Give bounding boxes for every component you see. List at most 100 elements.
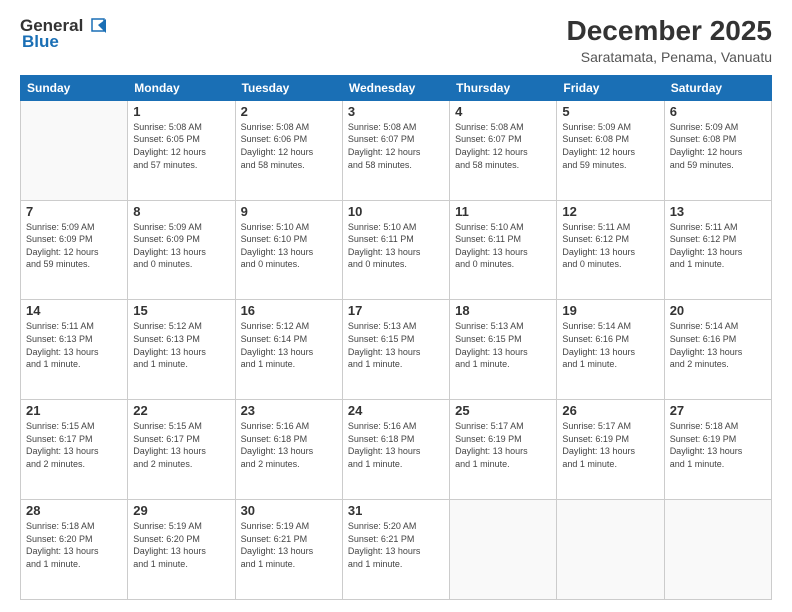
table-row: 25 Sunrise: 5:17 AM Sunset: 6:19 PM Dayli… [450, 400, 557, 500]
table-row: 5 Sunrise: 5:09 AM Sunset: 6:08 PM Daylig… [557, 100, 664, 200]
table-row: 11 Sunrise: 5:10 AM Sunset: 6:11 PM Dayli… [450, 200, 557, 300]
table-row: 19 Sunrise: 5:14 AM Sunset: 6:16 PM Dayli… [557, 300, 664, 400]
logo-blue: Blue [22, 32, 59, 52]
day-info: Sunrise: 5:14 AM Sunset: 6:16 PM Dayligh… [562, 320, 658, 370]
day-info: Sunrise: 5:12 AM Sunset: 6:14 PM Dayligh… [241, 320, 337, 370]
day-number: 14 [26, 303, 122, 318]
day-info: Sunrise: 5:12 AM Sunset: 6:13 PM Dayligh… [133, 320, 229, 370]
day-info: Sunrise: 5:18 AM Sunset: 6:19 PM Dayligh… [670, 420, 766, 470]
table-row: 10 Sunrise: 5:10 AM Sunset: 6:11 PM Dayli… [342, 200, 449, 300]
day-number: 25 [455, 403, 551, 418]
day-number: 13 [670, 204, 766, 219]
col-saturday: Saturday [664, 75, 771, 100]
header: General Blue December 2025 Saratamata, P… [20, 16, 772, 65]
table-row: 7 Sunrise: 5:09 AM Sunset: 6:09 PM Daylig… [21, 200, 128, 300]
day-info: Sunrise: 5:11 AM Sunset: 6:12 PM Dayligh… [670, 221, 766, 271]
table-row: 22 Sunrise: 5:15 AM Sunset: 6:17 PM Dayli… [128, 400, 235, 500]
day-info: Sunrise: 5:08 AM Sunset: 6:07 PM Dayligh… [348, 121, 444, 171]
day-info: Sunrise: 5:08 AM Sunset: 6:07 PM Dayligh… [455, 121, 551, 171]
day-number: 30 [241, 503, 337, 518]
day-info: Sunrise: 5:17 AM Sunset: 6:19 PM Dayligh… [455, 420, 551, 470]
table-row [450, 500, 557, 600]
day-info: Sunrise: 5:08 AM Sunset: 6:06 PM Dayligh… [241, 121, 337, 171]
day-number: 15 [133, 303, 229, 318]
table-row: 13 Sunrise: 5:11 AM Sunset: 6:12 PM Dayli… [664, 200, 771, 300]
day-number: 8 [133, 204, 229, 219]
table-row: 29 Sunrise: 5:19 AM Sunset: 6:20 PM Dayli… [128, 500, 235, 600]
day-info: Sunrise: 5:17 AM Sunset: 6:19 PM Dayligh… [562, 420, 658, 470]
day-info: Sunrise: 5:09 AM Sunset: 6:09 PM Dayligh… [26, 221, 122, 271]
day-number: 16 [241, 303, 337, 318]
table-row: 9Sunrise: 5:10 AM Sunset: 6:10 PM Daylig… [235, 200, 342, 300]
table-row: 6 Sunrise: 5:09 AM Sunset: 6:08 PM Daylig… [664, 100, 771, 200]
day-info: Sunrise: 5:15 AM Sunset: 6:17 PM Dayligh… [26, 420, 122, 470]
col-monday: Monday [128, 75, 235, 100]
table-row: 23 Sunrise: 5:16 AM Sunset: 6:18 PM Dayli… [235, 400, 342, 500]
day-number: 27 [670, 403, 766, 418]
table-row: 4 Sunrise: 5:08 AM Sunset: 6:07 PM Daylig… [450, 100, 557, 200]
day-info: Sunrise: 5:09 AM Sunset: 6:08 PM Dayligh… [562, 121, 658, 171]
calendar-table: Sunday Monday Tuesday Wednesday Thursday… [20, 75, 772, 600]
table-row: 12Sunrise: 5:11 AM Sunset: 6:12 PM Dayli… [557, 200, 664, 300]
day-number: 22 [133, 403, 229, 418]
table-row: 3 Sunrise: 5:08 AM Sunset: 6:07 PM Daylig… [342, 100, 449, 200]
calendar-week-row: 1 Sunrise: 5:08 AM Sunset: 6:05 PM Daylig… [21, 100, 772, 200]
col-wednesday: Wednesday [342, 75, 449, 100]
logo: General Blue [20, 16, 107, 52]
col-thursday: Thursday [450, 75, 557, 100]
calendar-week-row: 14Sunrise: 5:11 AM Sunset: 6:13 PM Dayli… [21, 300, 772, 400]
logo-icon [84, 17, 106, 35]
calendar-week-row: 7 Sunrise: 5:09 AM Sunset: 6:09 PM Daylig… [21, 200, 772, 300]
day-number: 17 [348, 303, 444, 318]
table-row [557, 500, 664, 600]
day-number: 21 [26, 403, 122, 418]
day-number: 10 [348, 204, 444, 219]
calendar-header-row: Sunday Monday Tuesday Wednesday Thursday… [21, 75, 772, 100]
table-row: 16 Sunrise: 5:12 AM Sunset: 6:14 PM Dayli… [235, 300, 342, 400]
day-number: 9 [241, 204, 337, 219]
day-info: Sunrise: 5:10 AM Sunset: 6:11 PM Dayligh… [455, 221, 551, 271]
col-sunday: Sunday [21, 75, 128, 100]
day-info: Sunrise: 5:15 AM Sunset: 6:17 PM Dayligh… [133, 420, 229, 470]
day-info: Sunrise: 5:08 AM Sunset: 6:05 PM Dayligh… [133, 121, 229, 171]
day-number: 28 [26, 503, 122, 518]
table-row: 30Sunrise: 5:19 AM Sunset: 6:21 PM Dayli… [235, 500, 342, 600]
day-info: Sunrise: 5:13 AM Sunset: 6:15 PM Dayligh… [348, 320, 444, 370]
day-number: 2 [241, 104, 337, 119]
day-number: 11 [455, 204, 551, 219]
day-info: Sunrise: 5:19 AM Sunset: 6:20 PM Dayligh… [133, 520, 229, 570]
table-row: 1 Sunrise: 5:08 AM Sunset: 6:05 PM Daylig… [128, 100, 235, 200]
day-number: 24 [348, 403, 444, 418]
day-info: Sunrise: 5:10 AM Sunset: 6:11 PM Dayligh… [348, 221, 444, 271]
day-number: 3 [348, 104, 444, 119]
day-number: 4 [455, 104, 551, 119]
day-info: Sunrise: 5:20 AM Sunset: 6:21 PM Dayligh… [348, 520, 444, 570]
day-number: 29 [133, 503, 229, 518]
table-row: 2 Sunrise: 5:08 AM Sunset: 6:06 PM Daylig… [235, 100, 342, 200]
table-row: 27 Sunrise: 5:18 AM Sunset: 6:19 PM Dayli… [664, 400, 771, 500]
day-number: 23 [241, 403, 337, 418]
col-tuesday: Tuesday [235, 75, 342, 100]
page: General Blue December 2025 Saratamata, P… [0, 0, 792, 612]
day-number: 6 [670, 104, 766, 119]
day-number: 26 [562, 403, 658, 418]
day-info: Sunrise: 5:09 AM Sunset: 6:08 PM Dayligh… [670, 121, 766, 171]
day-info: Sunrise: 5:16 AM Sunset: 6:18 PM Dayligh… [348, 420, 444, 470]
day-number: 1 [133, 104, 229, 119]
table-row: 18Sunrise: 5:13 AM Sunset: 6:15 PM Dayli… [450, 300, 557, 400]
day-info: Sunrise: 5:09 AM Sunset: 6:09 PM Dayligh… [133, 221, 229, 271]
table-row [664, 500, 771, 600]
day-info: Sunrise: 5:16 AM Sunset: 6:18 PM Dayligh… [241, 420, 337, 470]
day-number: 7 [26, 204, 122, 219]
day-info: Sunrise: 5:11 AM Sunset: 6:12 PM Dayligh… [562, 221, 658, 271]
table-row: 17 Sunrise: 5:13 AM Sunset: 6:15 PM Dayli… [342, 300, 449, 400]
day-number: 19 [562, 303, 658, 318]
day-number: 20 [670, 303, 766, 318]
table-row: 26 Sunrise: 5:17 AM Sunset: 6:19 PM Dayli… [557, 400, 664, 500]
table-row: 21 Sunrise: 5:15 AM Sunset: 6:17 PM Dayli… [21, 400, 128, 500]
day-number: 5 [562, 104, 658, 119]
table-row: 15 Sunrise: 5:12 AM Sunset: 6:13 PM Dayli… [128, 300, 235, 400]
col-friday: Friday [557, 75, 664, 100]
table-row [21, 100, 128, 200]
table-row: 20Sunrise: 5:14 AM Sunset: 6:16 PM Dayli… [664, 300, 771, 400]
